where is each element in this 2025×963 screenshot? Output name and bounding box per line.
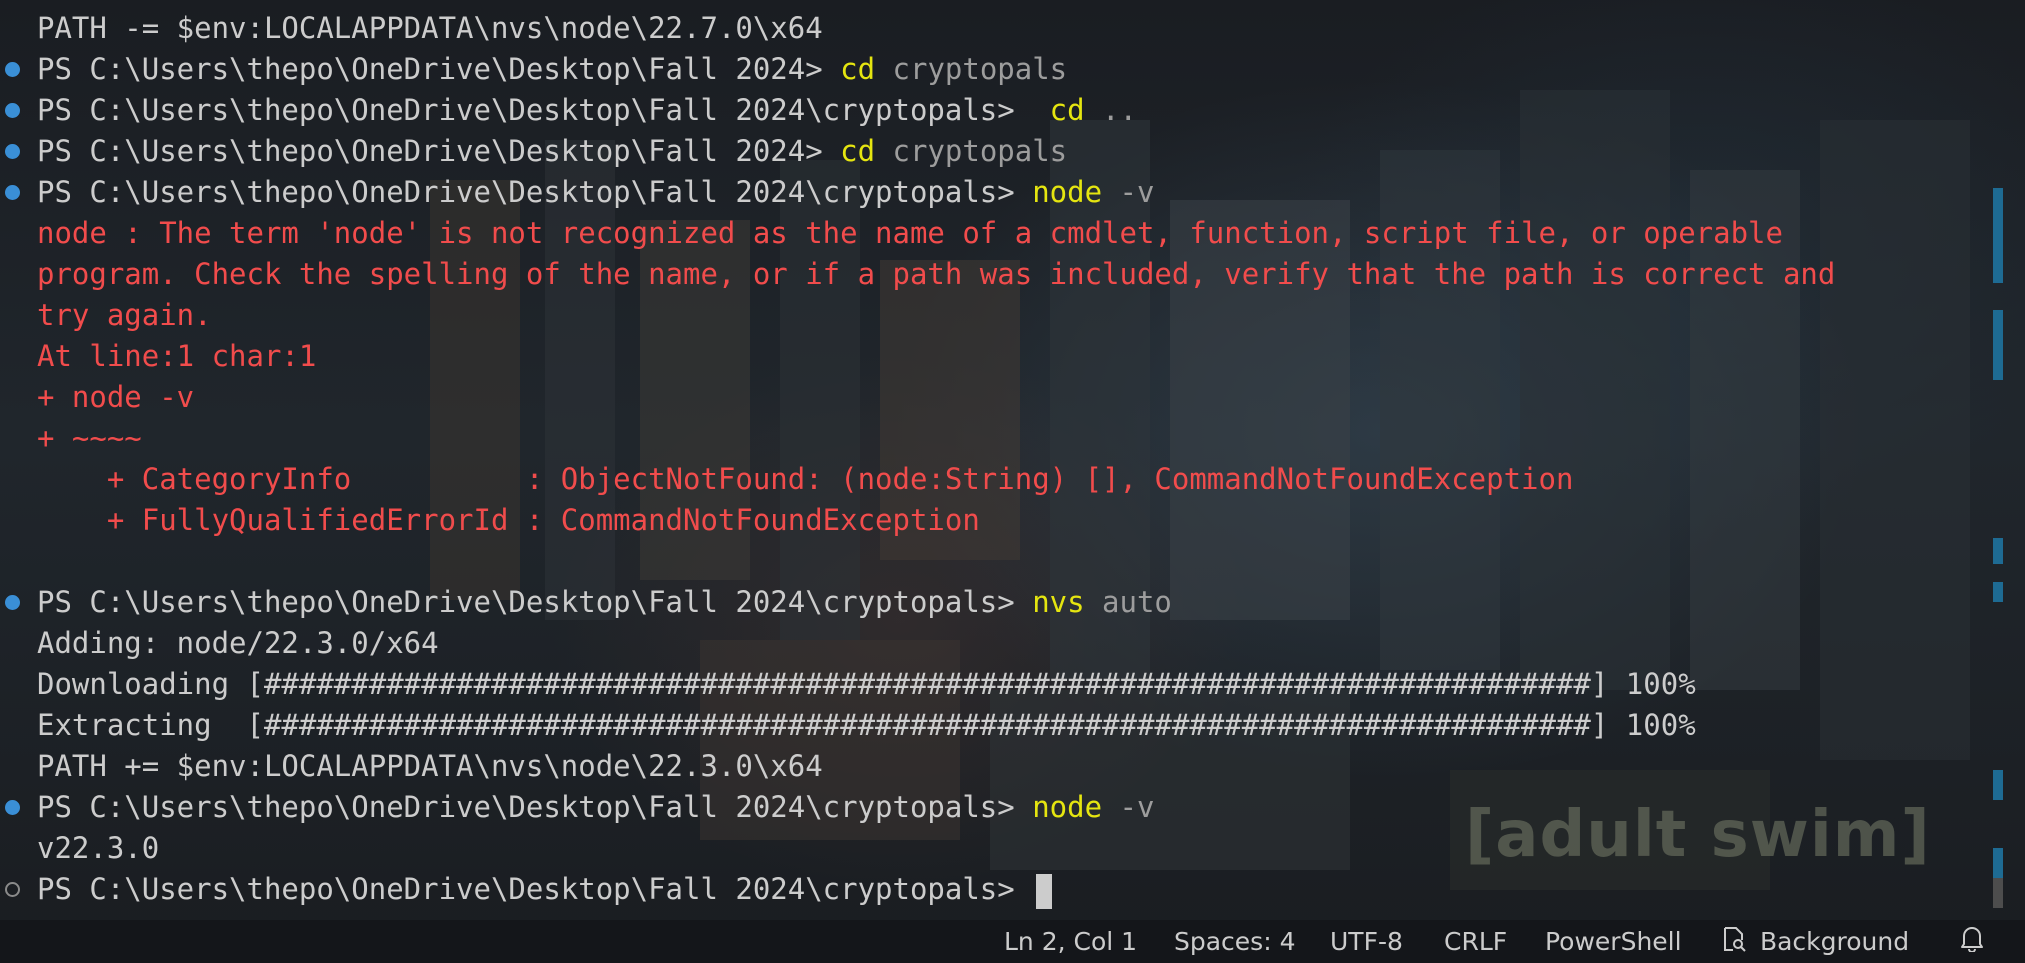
- terminal-line: try again.: [0, 295, 1985, 336]
- command-decoration-success[interactable]: [5, 800, 20, 815]
- prompt-text: PS C:\Users\thepo\OneDrive\Desktop\Fall …: [37, 52, 841, 86]
- terminal-line: PS C:\Users\thepo\OneDrive\Desktop\Fall …: [0, 869, 1985, 910]
- error-text: node : The term 'node' is not recognized…: [37, 216, 1783, 250]
- command-arguments: cryptopals: [875, 52, 1068, 86]
- prompt-text: PS C:\Users\thepo\OneDrive\Desktop\Fall …: [37, 585, 1033, 619]
- bell-icon: [1960, 922, 1984, 963]
- terminal-line: + FullyQualifiedErrorId : CommandNotFoun…: [0, 500, 1985, 541]
- terminal-line: program. Check the spelling of the name,…: [0, 254, 1985, 295]
- terminal-line: Adding: node/22.3.0/x64: [0, 623, 1985, 664]
- background-status-item[interactable]: Background: [1722, 920, 1909, 963]
- terminal-line: At line:1 char:1: [0, 336, 1985, 377]
- output-text: Downloading [###########################…: [37, 667, 1696, 701]
- command-arguments: cryptopals: [875, 134, 1068, 168]
- command-name: cd: [1049, 93, 1085, 127]
- language-mode-indicator[interactable]: PowerShell: [1545, 920, 1682, 963]
- command-arguments: -v: [1102, 790, 1155, 824]
- command-arguments: auto: [1084, 585, 1172, 619]
- terminal-line: Extracting [############################…: [0, 705, 1985, 746]
- prompt-text: PS C:\Users\thepo\OneDrive\Desktop\Fall …: [37, 93, 1050, 127]
- scrollbar-marker: [1993, 538, 2003, 564]
- error-text: program. Check the spelling of the name,…: [37, 257, 1836, 291]
- status-bar: Ln 2, Col 1 Spaces: 4 UTF-8 CRLF PowerSh…: [0, 920, 2025, 963]
- command-decoration-success[interactable]: [5, 144, 20, 159]
- error-text: At line:1 char:1: [37, 339, 317, 373]
- error-text: + ~~~~: [37, 421, 142, 455]
- scrollbar-marker: [1993, 770, 2003, 800]
- terminal-line: PS C:\Users\thepo\OneDrive\Desktop\Fall …: [0, 90, 1985, 131]
- output-text: PATH += $env:LOCALAPPDATA\nvs\node\22.3.…: [37, 749, 823, 783]
- prompt-text: PS C:\Users\thepo\OneDrive\Desktop\Fall …: [37, 872, 1033, 906]
- error-text: + CategoryInfo : ObjectNotFound: (node:S…: [37, 462, 1574, 496]
- scrollbar-marker: [1993, 310, 2003, 380]
- command-decoration-success[interactable]: [5, 103, 20, 118]
- command-name: node: [1032, 790, 1103, 824]
- indentation-indicator[interactable]: Spaces: 4: [1174, 920, 1295, 963]
- prompt-text: PS C:\Users\thepo\OneDrive\Desktop\Fall …: [37, 134, 841, 168]
- terminal-line: PATH -= $env:LOCALAPPDATA\nvs\node\22.7.…: [0, 8, 1985, 49]
- output-text: Adding: node/22.3.0/x64: [37, 626, 439, 660]
- output-text: PATH -= $env:LOCALAPPDATA\nvs\node\22.7.…: [37, 11, 823, 45]
- command-name: cd: [840, 52, 876, 86]
- terminal-line: v22.3.0: [0, 828, 1985, 869]
- error-text: + FullyQualifiedErrorId : CommandNotFoun…: [37, 503, 980, 537]
- vscode-terminal-window: [adult swim] PATH -= $env:LOCALAPPDATA\n…: [0, 0, 2025, 963]
- background-label: Background: [1759, 927, 1910, 956]
- command-decoration-success[interactable]: [5, 62, 20, 77]
- file-search-icon: [1722, 922, 1746, 963]
- output-text: Extracting [############################…: [37, 708, 1696, 742]
- cursor-position-indicator[interactable]: Ln 2, Col 1: [1004, 920, 1137, 963]
- prompt-text: PS C:\Users\thepo\OneDrive\Desktop\Fall …: [37, 175, 1033, 209]
- command-decoration-success[interactable]: [5, 185, 20, 200]
- terminal-line: PS C:\Users\thepo\OneDrive\Desktop\Fall …: [0, 131, 1985, 172]
- scrollbar-marker: [1993, 582, 2003, 602]
- terminal-line: PS C:\Users\thepo\OneDrive\Desktop\Fall …: [0, 49, 1985, 90]
- terminal-line: PATH += $env:LOCALAPPDATA\nvs\node\22.3.…: [0, 746, 1985, 787]
- terminal-line: PS C:\Users\thepo\OneDrive\Desktop\Fall …: [0, 787, 1985, 828]
- scrollbar-thumb[interactable]: [1993, 878, 2003, 908]
- command-name: cd: [840, 134, 876, 168]
- terminal-output[interactable]: PATH -= $env:LOCALAPPDATA\nvs\node\22.7.…: [0, 8, 1985, 910]
- terminal-line: PS C:\Users\thepo\OneDrive\Desktop\Fall …: [0, 172, 1985, 213]
- terminal-line: + ~~~~: [0, 418, 1985, 459]
- scrollbar-marker: [1993, 188, 2003, 283]
- terminal-line: + CategoryInfo : ObjectNotFound: (node:S…: [0, 459, 1985, 500]
- command-name: node: [1032, 175, 1103, 209]
- terminal-line: PS C:\Users\thepo\OneDrive\Desktop\Fall …: [0, 582, 1985, 623]
- terminal-scrollbar[interactable]: [1993, 0, 2005, 920]
- terminal-line: + node -v: [0, 377, 1985, 418]
- output-text: v22.3.0: [37, 831, 160, 865]
- error-text: try again.: [37, 298, 212, 332]
- error-text: + node -v: [37, 380, 195, 414]
- scrollbar-marker: [1993, 848, 2003, 878]
- encoding-indicator[interactable]: UTF-8: [1330, 920, 1403, 963]
- terminal-line: node : The term 'node' is not recognized…: [0, 213, 1985, 254]
- notifications-button[interactable]: [1960, 920, 1984, 963]
- command-arguments: ..: [1084, 93, 1137, 127]
- terminal-line: Downloading [###########################…: [0, 664, 1985, 705]
- command-decoration-success[interactable]: [5, 595, 20, 610]
- prompt-text: PS C:\Users\thepo\OneDrive\Desktop\Fall …: [37, 790, 1033, 824]
- command-name: nvs: [1032, 585, 1085, 619]
- terminal-cursor[interactable]: [1036, 873, 1053, 909]
- line-ending-indicator[interactable]: CRLF: [1444, 920, 1507, 963]
- command-arguments: -v: [1102, 175, 1155, 209]
- command-decoration-pending[interactable]: [5, 882, 20, 897]
